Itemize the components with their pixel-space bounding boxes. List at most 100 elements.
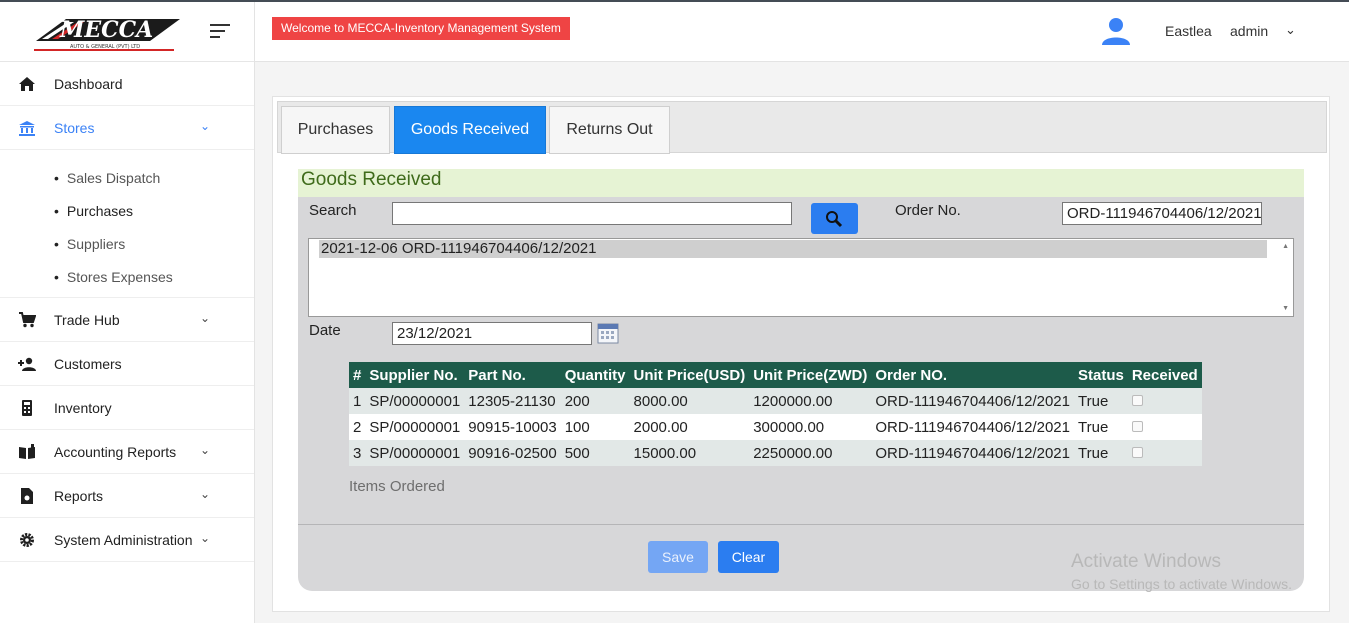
order-no-input[interactable] [1062,202,1262,225]
welcome-banner: Welcome to MECCA-Inventory Management Sy… [272,17,570,40]
user-name[interactable]: admin [1230,23,1268,39]
table-cell: 8000.00 [629,388,750,414]
submenu-item-suppliers[interactable]: Suppliers [54,236,125,252]
items-table: # Supplier No. Part No. Quantity Unit Pr… [349,362,1202,466]
save-button[interactable]: Save [648,541,708,573]
sidebar-item-label: Dashboard [54,76,123,92]
table-cell: True [1074,440,1128,466]
order-listbox[interactable]: 2021-12-06 ORD-111946704406/12/2021 ▲ ▼ [308,238,1294,317]
stores-submenu: Sales Dispatch Purchases Suppliers Store… [0,150,254,298]
search-button[interactable] [811,203,858,234]
divider [298,524,1304,525]
table-cell: True [1074,414,1128,440]
clear-button[interactable]: Clear [718,541,779,573]
table-cell: 2 [349,414,366,440]
table-cell: ORD-111946704406/12/2021 [871,414,1074,440]
site-name: Eastlea [1165,23,1212,39]
table-cell [1127,388,1202,414]
column-header: Received [1127,362,1202,388]
sidebar-item-dashboard[interactable]: Dashboard [0,62,254,106]
tab-returns-out[interactable]: Returns Out [549,106,670,154]
column-header: Order NO. [871,362,1074,388]
table-cell: 3 [349,440,366,466]
scroll-up-arrow-icon[interactable]: ▲ [1282,243,1289,250]
table-cell: ORD-111946704406/12/2021 [871,388,1074,414]
chevron-down-icon[interactable]: ⌄ [1285,22,1296,38]
table-cell: 1200000.00 [749,388,872,414]
table-cell: 12305-21130 [464,388,561,414]
home-icon [19,77,35,91]
chevron-down-icon: ⌄ [200,443,211,457]
submenu-item-stores-expenses[interactable]: Stores Expenses [54,269,173,285]
table-cell [1127,440,1202,466]
column-header: Unit Price(ZWD) [749,362,872,388]
received-checkbox[interactable] [1131,394,1143,406]
table-cell: 100 [560,414,630,440]
cart-icon [19,312,36,328]
sidebar-item-trade-hub[interactable]: Trade Hub ⌄ [0,298,254,342]
tab-bar: Purchases Goods Received Returns Out [277,101,1327,154]
order-no-label: Order No. [895,202,961,219]
chevron-down-icon: ⌄ [200,531,211,545]
chevron-down-icon: ⌄ [200,119,211,133]
table-cell: SP/00000001 [365,440,465,466]
submenu-item-purchases[interactable]: Purchases [54,203,133,219]
submenu-item-sales-dispatch[interactable]: Sales Dispatch [54,170,160,186]
table-cell: SP/00000001 [365,388,465,414]
table-header-row: # Supplier No. Part No. Quantity Unit Pr… [349,362,1202,388]
calculator-icon [22,400,32,416]
sidebar-item-reports[interactable]: Reports ⌄ [0,474,254,518]
sidebar-item-inventory[interactable]: Inventory [0,386,254,430]
book-icon [19,444,35,459]
top-header: Welcome to MECCA-Inventory Management Sy… [255,2,1349,62]
table-cell [1127,414,1202,440]
column-header: Part No. [464,362,561,388]
logo-text: MECCA [59,17,153,43]
table-cell: SP/00000001 [365,414,465,440]
received-checkbox[interactable] [1131,446,1143,458]
activate-windows-subtitle: Go to Settings to activate Windows. [1071,576,1292,592]
sidebar-item-accounting-reports[interactable]: Accounting Reports ⌄ [0,430,254,474]
table-cell: 500 [560,440,630,466]
sidebar-item-stores[interactable]: Stores ⌄ [0,106,254,150]
user-avatar-icon[interactable] [1101,16,1131,46]
table-row: 3 SP/00000001 90916-02500 500 15000.00 2… [349,440,1202,466]
scroll-down-arrow-icon[interactable]: ▼ [1282,305,1289,312]
calendar-icon[interactable] [597,322,619,344]
table-cell: 15000.00 [629,440,750,466]
table-row: 2 SP/00000001 90915-10003 100 2000.00 30… [349,414,1202,440]
column-header: # [349,362,366,388]
bank-icon [19,121,35,136]
chevron-down-icon: ⌄ [200,311,211,325]
magnifier-icon [826,211,843,228]
sidebar-item-label: Trade Hub [54,312,120,328]
mecca-logo[interactable]: MECCA AUTO & GENERAL (PVT) LTD [30,11,180,53]
table-cell: 90916-02500 [464,440,561,466]
menu-toggle-icon[interactable] [210,24,230,40]
person-add-icon [18,357,36,371]
table-cell: True [1074,388,1128,414]
sidebar-item-label: Reports [54,488,104,504]
sidebar-item-label: Stores [54,120,95,136]
received-checkbox[interactable] [1131,420,1143,432]
file-icon [21,488,33,504]
goods-received-panel: Search Order No. 2021-12-06 ORD-11194670… [298,197,1304,591]
sidebar-item-label: Inventory [54,400,112,416]
tab-goods-received[interactable]: Goods Received [394,106,546,154]
table-row: 1 SP/00000001 12305-21130 200 8000.00 12… [349,388,1202,414]
table-cell: 2250000.00 [749,440,872,466]
date-label: Date [309,322,341,339]
items-ordered-label: Items Ordered [349,478,445,495]
logo-area: MECCA AUTO & GENERAL (PVT) LTD [0,2,254,62]
search-label: Search [309,202,357,219]
column-header: Supplier No. [365,362,465,388]
table-cell: ORD-111946704406/12/2021 [871,440,1074,466]
tab-purchases[interactable]: Purchases [281,106,390,154]
list-option[interactable]: 2021-12-06 ORD-111946704406/12/2021 [319,240,1267,258]
search-input[interactable] [392,202,792,225]
sidebar-item-system-administration[interactable]: System Administration ⌄ [0,518,254,562]
table-cell: 1 [349,388,366,414]
date-input[interactable] [392,322,592,345]
column-header: Quantity [560,362,630,388]
sidebar-item-customers[interactable]: Customers [0,342,254,386]
